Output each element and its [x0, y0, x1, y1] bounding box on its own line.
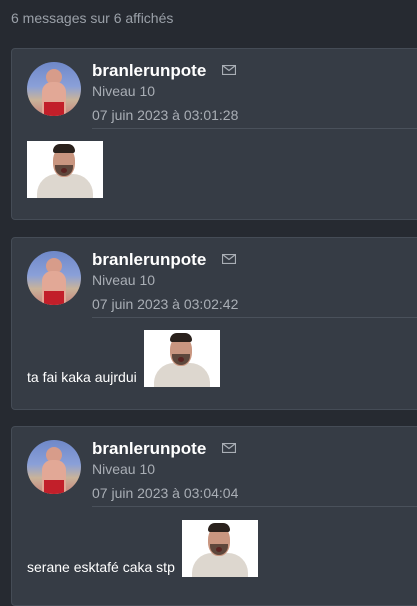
message-content: ta fai kaka aujrdui: [27, 330, 220, 387]
message-timestamp[interactable]: 07 juin 2023 à 03:01:28: [92, 107, 238, 123]
username-link[interactable]: branlerunpote: [92, 61, 206, 81]
user-level: Niveau 10: [92, 461, 156, 477]
message-text: ta fai kaka aujrdui: [27, 369, 137, 385]
mail-icon[interactable]: [222, 443, 236, 453]
message-card: branlerunpote Niveau 10 07 juin 2023 à 0…: [11, 48, 417, 220]
avatar[interactable]: [27, 251, 81, 305]
username-link[interactable]: branlerunpote: [92, 439, 206, 459]
avatar[interactable]: [27, 62, 81, 116]
message-content: serane esktafé caka stp: [27, 520, 258, 577]
message-card: branlerunpote Niveau 10 07 juin 2023 à 0…: [11, 237, 417, 410]
sticker-image[interactable]: [143, 330, 220, 387]
user-level: Niveau 10: [92, 272, 156, 288]
message-content: [27, 141, 103, 198]
message-count: 6 messages sur 6 affichés: [11, 10, 174, 26]
user-level: Niveau 10: [92, 83, 156, 99]
mail-icon[interactable]: [222, 254, 236, 264]
divider: [92, 506, 417, 507]
sticker-image[interactable]: [181, 520, 258, 577]
username-link[interactable]: branlerunpote: [92, 250, 206, 270]
mail-icon[interactable]: [222, 65, 236, 75]
message-card: branlerunpote Niveau 10 07 juin 2023 à 0…: [11, 426, 417, 606]
message-timestamp[interactable]: 07 juin 2023 à 03:02:42: [92, 296, 238, 312]
message-timestamp[interactable]: 07 juin 2023 à 03:04:04: [92, 485, 238, 501]
message-text: serane esktafé caka stp: [27, 559, 175, 575]
divider: [92, 317, 417, 318]
avatar[interactable]: [27, 440, 81, 494]
sticker-image[interactable]: [27, 141, 103, 198]
divider: [92, 128, 417, 129]
